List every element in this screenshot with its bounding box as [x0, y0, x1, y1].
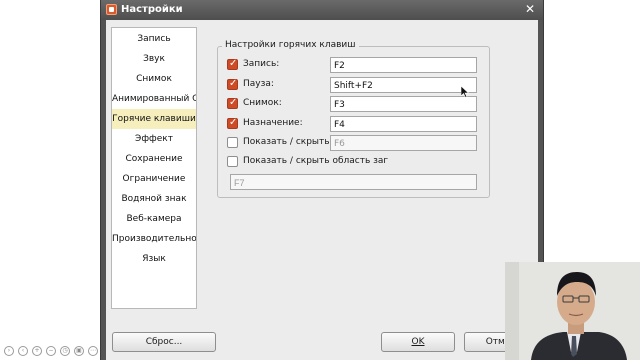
- assign-label: Назначение:: [243, 118, 303, 128]
- control-icon[interactable]: ›: [4, 346, 14, 356]
- sidebar-item-limit[interactable]: Ограничение: [112, 169, 196, 189]
- hotkeys-group-title: Настройки горячих клавиш: [222, 40, 359, 50]
- control-icon[interactable]: ◷: [60, 346, 70, 356]
- close-icon[interactable]: ✕: [523, 2, 537, 16]
- pause-label: Пауза:: [243, 79, 274, 89]
- record-hotkey-field[interactable]: [330, 57, 477, 73]
- mouse-cursor-icon: [461, 86, 469, 98]
- toggle-area-label: Показать / скрыть область заг: [243, 156, 389, 166]
- pause-checkbox[interactable]: [227, 78, 238, 90]
- sidebar-item-animated-gif[interactable]: Анимированный GIF: [112, 89, 196, 109]
- dialog-body: Запись Звук Снимок Анимированный GIF Гор…: [106, 20, 538, 360]
- webcam-overlay: [505, 262, 640, 360]
- settings-window: Настройки ✕ Запись Звук Снимок Анимирова…: [100, 0, 544, 360]
- record-label: Запись:: [243, 59, 280, 69]
- settings-sidebar: Запись Звук Снимок Анимированный GIF Гор…: [111, 27, 197, 309]
- app-icon: [106, 4, 117, 15]
- control-icon[interactable]: −: [46, 346, 56, 356]
- control-icon[interactable]: ‹: [18, 346, 28, 356]
- toggle-ff-hotkey-field[interactable]: [330, 135, 477, 151]
- toggle-area-checkbox[interactable]: [227, 156, 238, 167]
- reset-button[interactable]: Сброс...: [112, 332, 216, 352]
- record-checkbox[interactable]: [227, 58, 238, 70]
- screenshot-hotkey-field[interactable]: [330, 96, 477, 112]
- sidebar-item-effect[interactable]: Эффект: [112, 129, 196, 149]
- screenshot-label: Снимок:: [243, 98, 282, 108]
- control-icon[interactable]: ▣: [74, 346, 84, 356]
- presenter-image: [505, 262, 640, 360]
- sidebar-item-language[interactable]: Язык: [112, 249, 196, 269]
- sidebar-item-saving[interactable]: Сохранение: [112, 149, 196, 169]
- assign-checkbox[interactable]: [227, 117, 238, 129]
- sidebar-item-webcam[interactable]: Веб-камера: [112, 209, 196, 229]
- sidebar-item-hotkeys[interactable]: Горячие клавиши: [112, 109, 196, 129]
- sidebar-item-record[interactable]: Запись: [112, 29, 196, 49]
- ok-button[interactable]: OK: [381, 332, 455, 352]
- sidebar-item-screenshot[interactable]: Снимок: [112, 69, 196, 89]
- window-title: Настройки: [121, 4, 183, 15]
- screenshot-checkbox[interactable]: [227, 97, 238, 109]
- sidebar-item-sound[interactable]: Звук: [112, 49, 196, 69]
- assign-hotkey-field[interactable]: [330, 116, 477, 132]
- sidebar-item-watermark[interactable]: Водяной знак: [112, 189, 196, 209]
- sidebar-item-performance[interactable]: Производительность: [112, 229, 196, 249]
- player-controls: › ‹ + − ◷ ▣ ⋯: [0, 342, 98, 360]
- toggle-ff-label: Показать / скрыть FF: [243, 137, 343, 147]
- toggle-area-hotkey-field[interactable]: [230, 174, 477, 190]
- toggle-ff-checkbox[interactable]: [227, 137, 238, 148]
- control-icon[interactable]: +: [32, 346, 42, 356]
- title-bar[interactable]: Настройки ✕: [101, 0, 543, 20]
- control-icon[interactable]: ⋯: [88, 346, 98, 356]
- pause-hotkey-field[interactable]: [330, 77, 477, 93]
